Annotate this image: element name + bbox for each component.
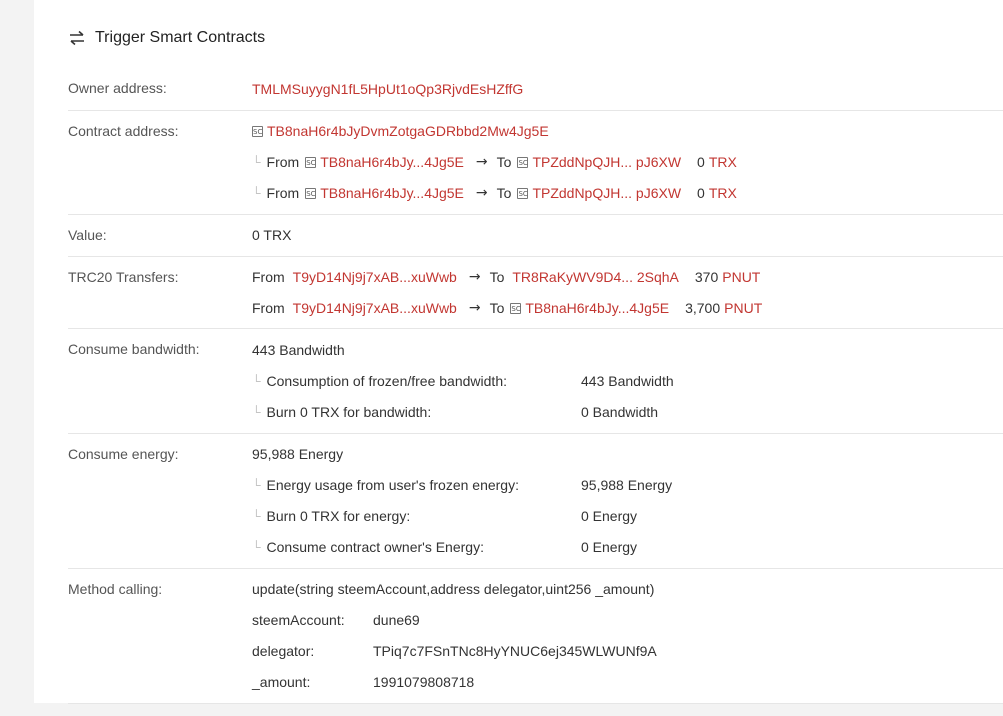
energy-item: └ Consume contract owner's Energy: bbox=[252, 537, 484, 557]
from-label: From bbox=[266, 154, 300, 170]
value-row: Value: 0 TRX bbox=[68, 214, 1003, 257]
param-value: 1991079808718 bbox=[373, 674, 475, 690]
value-label: Value: bbox=[68, 227, 107, 243]
method-row: Method calling: update(string steemAccou… bbox=[68, 568, 1003, 704]
from-label: From bbox=[252, 300, 285, 316]
amount-value: 3,700 bbox=[685, 300, 721, 316]
to-address-link[interactable]: TPZddNpQJH... pJ6XW bbox=[532, 154, 681, 170]
indent-corner-icon: └ bbox=[252, 509, 261, 523]
to-address-link[interactable]: TB8naH6r4bJy...4Jg5E bbox=[525, 300, 669, 316]
contract-icon: SC bbox=[510, 302, 522, 314]
energy-item-value: 95,988 Energy bbox=[581, 477, 673, 493]
method-signature: update(string steemAccount,address deleg… bbox=[252, 581, 655, 597]
indent-corner-icon: └ bbox=[252, 186, 261, 200]
contract-icon: SC bbox=[517, 187, 529, 199]
bandwidth-item: └ Burn 0 TRX for bandwidth: bbox=[252, 402, 431, 422]
bandwidth-item-value: 443 Bandwidth bbox=[581, 373, 674, 389]
bandwidth-item-value: 0 Bandwidth bbox=[581, 404, 659, 420]
to-label: To bbox=[489, 300, 505, 316]
contract-row: Contract address: SC TB8naH6r4bJyDvmZotg… bbox=[68, 110, 1003, 215]
energy-item-name: Consume contract owner's Energy: bbox=[266, 539, 484, 555]
contract-icon: SC bbox=[517, 156, 529, 168]
to-label: To bbox=[489, 269, 505, 285]
bandwidth-label: Consume bandwidth: bbox=[68, 341, 200, 357]
indent-corner-icon: └ bbox=[252, 540, 261, 554]
section-title-text: Trigger Smart Contracts bbox=[95, 29, 266, 46]
amount-value: 0 bbox=[697, 185, 705, 201]
owner-label: Owner address: bbox=[68, 80, 167, 96]
to-label: To bbox=[496, 154, 512, 170]
owner-address-link[interactable]: TMLMSuyygN1fL5HpUt1oQp3RjvdEsHZffG bbox=[252, 81, 523, 97]
energy-item: └ Energy usage from user's frozen energy… bbox=[252, 475, 519, 495]
bandwidth-item-name: Burn 0 TRX for bandwidth: bbox=[266, 404, 432, 420]
bandwidth-total: 443 Bandwidth bbox=[252, 342, 345, 358]
param-name: steemAccount: bbox=[252, 612, 345, 628]
param-value: TPiq7c7FSnTNc8HyYNUC6ej345WLWUNf9A bbox=[373, 643, 657, 659]
amount-value: 0 bbox=[697, 154, 705, 170]
internal-tx-row: └ From SC TB8naH6r4bJy...4Jg5E → To SC T… bbox=[252, 152, 737, 172]
to-address-link[interactable]: TR8RaKyWV9D4... 2SqhA bbox=[512, 269, 679, 285]
amount-value: 370 bbox=[694, 269, 719, 285]
method-label: Method calling: bbox=[68, 581, 163, 597]
contract-icon: SC bbox=[252, 125, 263, 137]
contract-label: Contract address: bbox=[68, 123, 179, 139]
param-name: _amount: bbox=[252, 674, 311, 690]
indent-corner-icon: └ bbox=[252, 155, 261, 169]
bandwidth-item-name: Consumption of frozen/free bandwidth: bbox=[266, 373, 507, 389]
from-address-link[interactable]: T9yD14Nj9j7xAB...xuWwb bbox=[293, 300, 457, 316]
from-address-link[interactable]: T9yD14Nj9j7xAB...xuWwb bbox=[293, 269, 457, 285]
from-address-link[interactable]: TB8naH6r4bJy...4Jg5E bbox=[320, 185, 464, 201]
bandwidth-row: Consume bandwidth: 443 Bandwidth └ Consu… bbox=[68, 328, 1003, 434]
transaction-card: Trigger Smart Contracts Owner address: T… bbox=[34, 0, 1003, 704]
indent-corner-icon: └ bbox=[252, 405, 261, 419]
indent-corner-icon: └ bbox=[252, 478, 261, 492]
trc20-row: TRC20 Transfers: From T9yD14Nj9j7xAB...x… bbox=[68, 256, 1003, 329]
trc20-label: TRC20 Transfers: bbox=[68, 269, 179, 285]
energy-item-value: 0 Energy bbox=[581, 539, 638, 555]
right-arrow-icon: → bbox=[468, 300, 481, 316]
from-address-link[interactable]: TB8naH6r4bJy...4Jg5E bbox=[320, 154, 464, 170]
to-address-link[interactable]: TPZddNpQJH... pJ6XW bbox=[532, 185, 681, 201]
energy-label: Consume energy: bbox=[68, 446, 179, 462]
energy-row: Consume energy: 95,988 Energy └ Energy u… bbox=[68, 433, 1003, 569]
trc20-transfer-row: From T9yD14Nj9j7xAB...xuWwb → To SC TB8n… bbox=[252, 298, 762, 318]
trc20-transfer-row: From T9yD14Nj9j7xAB...xuWwb → To TR8RaKy… bbox=[252, 267, 760, 287]
indent-corner-icon: └ bbox=[252, 374, 261, 388]
owner-row: Owner address: TMLMSuyygN1fL5HpUt1oQp3Rj… bbox=[68, 68, 1003, 111]
value-text: 0 TRX bbox=[252, 227, 292, 243]
from-label: From bbox=[266, 185, 300, 201]
right-arrow-icon: → bbox=[468, 269, 481, 285]
section-title: Trigger Smart Contracts bbox=[68, 27, 265, 49]
token-link[interactable]: TRX bbox=[709, 185, 737, 201]
right-arrow-icon: → bbox=[475, 185, 488, 201]
from-label: From bbox=[252, 269, 285, 285]
energy-item-value: 0 Energy bbox=[581, 508, 638, 524]
param-value: dune69 bbox=[373, 612, 420, 628]
bandwidth-item: └ Consumption of frozen/free bandwidth: bbox=[252, 371, 507, 391]
energy-total: 95,988 Energy bbox=[252, 446, 344, 462]
token-link[interactable]: PNUT bbox=[724, 300, 762, 316]
param-name: delegator: bbox=[252, 643, 315, 659]
contract-address-link[interactable]: TB8naH6r4bJyDvmZotgaGDRbbd2Mw4Jg5E bbox=[267, 123, 549, 139]
swap-arrows-icon bbox=[70, 30, 84, 46]
contract-icon: SC bbox=[305, 187, 317, 199]
energy-item-name: Burn 0 TRX for energy: bbox=[266, 508, 411, 524]
internal-tx-row: └ From SC TB8naH6r4bJy...4Jg5E → To SC T… bbox=[252, 183, 737, 203]
energy-item-name: Energy usage from user's frozen energy: bbox=[266, 477, 519, 493]
to-label: To bbox=[496, 185, 512, 201]
energy-item: └ Burn 0 TRX for energy: bbox=[252, 506, 410, 526]
contract-icon: SC bbox=[305, 156, 317, 168]
token-link[interactable]: TRX bbox=[709, 154, 737, 170]
token-link[interactable]: PNUT bbox=[722, 269, 760, 285]
right-arrow-icon: → bbox=[475, 154, 488, 170]
